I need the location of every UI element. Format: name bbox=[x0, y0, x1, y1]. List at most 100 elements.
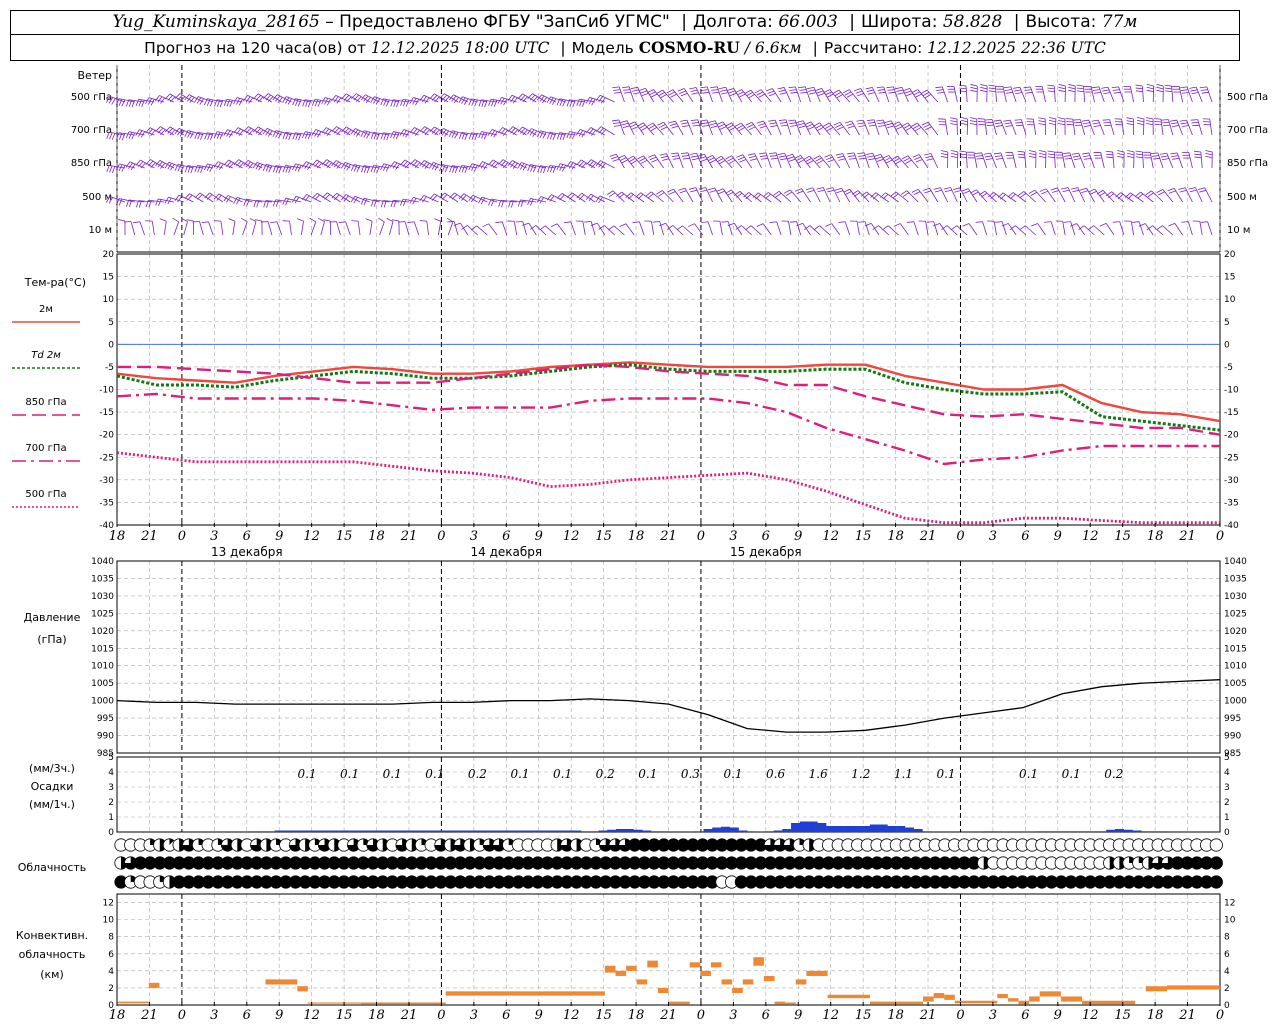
wind-barb-feather bbox=[392, 132, 397, 139]
wind-barb bbox=[309, 217, 317, 236]
wind-barb-feather bbox=[660, 155, 668, 159]
convective-cloud-bar bbox=[933, 993, 945, 999]
wind-barb-shaft bbox=[369, 221, 373, 236]
wind-barb-shaft bbox=[379, 221, 385, 236]
wind-barb-shaft bbox=[251, 221, 257, 236]
wind-barb bbox=[1197, 187, 1213, 203]
wind-barb-feather bbox=[1050, 187, 1058, 191]
wind-barb-feather bbox=[1048, 122, 1056, 126]
wind-barb-feather bbox=[1068, 89, 1076, 93]
x-tick-label: 18 bbox=[887, 1008, 904, 1023]
precip-bar bbox=[1149, 831, 1160, 832]
wind-barb bbox=[429, 162, 449, 171]
wind-barb-feather bbox=[1156, 225, 1163, 231]
precip-bar bbox=[703, 829, 713, 832]
wind-barb-feather bbox=[314, 99, 319, 107]
wind-barb-shaft bbox=[939, 223, 948, 236]
wind-barb-feather bbox=[903, 88, 910, 92]
wind-barb-feather bbox=[292, 196, 297, 203]
precip-bar bbox=[493, 830, 503, 832]
x-tick-label: 6 bbox=[502, 529, 510, 544]
wind-barb-feather bbox=[1171, 125, 1179, 127]
wind-barb-feather bbox=[952, 187, 960, 191]
wind-barb-feather bbox=[1081, 119, 1089, 122]
wind-barb-feather bbox=[961, 188, 969, 192]
wind-barb-feather bbox=[709, 122, 717, 126]
wind-barb-feather bbox=[226, 196, 231, 203]
wind-barb-shaft bbox=[742, 154, 753, 169]
wind-barb bbox=[1124, 192, 1144, 203]
wind-barb-feather bbox=[309, 217, 316, 223]
wind-barb-feather bbox=[1165, 90, 1173, 93]
wind-barb bbox=[262, 128, 282, 137]
wind-barb-feather bbox=[813, 155, 820, 160]
wind-barb-shaft bbox=[805, 86, 811, 103]
wind-barb bbox=[824, 154, 841, 169]
wind-barb bbox=[118, 219, 126, 235]
wind-barb-feather bbox=[648, 154, 655, 158]
wind-barb-shaft bbox=[1001, 221, 1007, 236]
wind-barb-feather bbox=[380, 200, 384, 208]
wind-barb-feather bbox=[710, 125, 718, 129]
precip-3h-value: 0.3 bbox=[681, 767, 700, 781]
wind-barb bbox=[282, 165, 302, 174]
wind-barb bbox=[1084, 85, 1095, 103]
date-label: 15 декабря bbox=[730, 545, 802, 559]
wind-barb-feather bbox=[940, 152, 948, 156]
convective-cloud-bar bbox=[806, 970, 828, 976]
wind-barb bbox=[1005, 152, 1017, 169]
wind-barb-feather bbox=[834, 91, 842, 97]
wind-barb-feather bbox=[132, 221, 140, 224]
wind-barb bbox=[1061, 187, 1076, 203]
wind-barb-feather bbox=[959, 150, 967, 153]
wind-barb-feather bbox=[550, 223, 558, 228]
y-tick-label-left: 10 bbox=[103, 295, 115, 305]
wind-barb bbox=[429, 193, 449, 203]
wind-barb bbox=[765, 88, 782, 103]
wind-barb-feather bbox=[758, 93, 765, 98]
wind-barb-feather bbox=[1146, 89, 1154, 93]
wind-barb-feather bbox=[988, 87, 996, 90]
wind-barb bbox=[995, 221, 1007, 236]
wind-barb-feather bbox=[718, 123, 725, 128]
precip-bar bbox=[1141, 831, 1151, 832]
precip-bar bbox=[826, 826, 836, 832]
wind-barb-feather bbox=[1170, 152, 1178, 155]
wind-barb bbox=[448, 130, 468, 139]
wind-barb-shaft bbox=[831, 223, 841, 236]
precip-bar bbox=[878, 824, 888, 832]
wind-barb-feather bbox=[725, 155, 732, 160]
wind-barb-feather bbox=[1197, 187, 1205, 190]
wind-barb-feather bbox=[1016, 124, 1024, 127]
wind-barb-feather bbox=[1169, 119, 1177, 122]
wind-barb-feather bbox=[882, 155, 889, 159]
wind-barb-feather bbox=[770, 155, 778, 157]
wind-barb-feather bbox=[1135, 191, 1141, 197]
wind-barb-feather bbox=[487, 129, 493, 136]
wind-barb bbox=[164, 161, 184, 171]
wind-barb-feather bbox=[858, 155, 866, 157]
wind-barb-shaft bbox=[1050, 221, 1056, 236]
wind-barb-feather bbox=[1063, 221, 1071, 223]
wind-barb-feather bbox=[304, 162, 310, 169]
wind-barb bbox=[282, 220, 292, 236]
wind-barb-feather bbox=[1190, 89, 1198, 92]
wind-barb bbox=[833, 121, 850, 136]
wind-barb-feather bbox=[1047, 90, 1055, 93]
wind-barb-feather bbox=[619, 157, 627, 162]
x-tick-label: 18 bbox=[368, 1008, 385, 1023]
x-tick-label: 21 bbox=[919, 1008, 937, 1023]
wind-barb-shaft bbox=[1009, 119, 1017, 136]
wind-barb-feather bbox=[817, 189, 825, 193]
wind-barb-feather bbox=[1178, 187, 1186, 190]
wind-barb-feather bbox=[1200, 89, 1208, 91]
wind-barb-feather bbox=[783, 189, 791, 194]
wind-barb-feather bbox=[863, 193, 870, 199]
wind-barb-feather bbox=[903, 124, 910, 129]
precip-bar bbox=[449, 830, 459, 832]
wind-barb bbox=[1135, 191, 1154, 203]
wind-barb-feather bbox=[613, 89, 621, 91]
wind-barb-feather bbox=[1048, 116, 1056, 120]
wind-barb-feather bbox=[660, 94, 667, 99]
convective-cloud-bar bbox=[626, 965, 637, 971]
